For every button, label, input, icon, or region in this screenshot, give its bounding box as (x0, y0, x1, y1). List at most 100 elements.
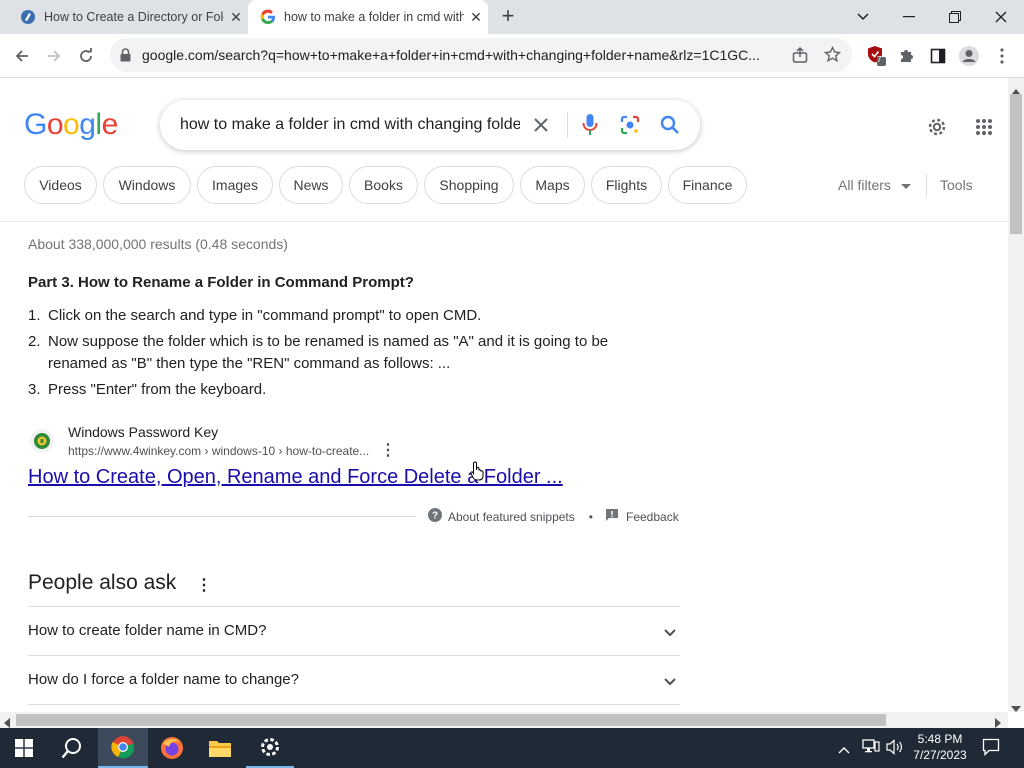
lens-search-icon[interactable] (620, 115, 640, 140)
profile-avatar-icon[interactable] (955, 42, 983, 70)
snippet-divider (28, 516, 416, 517)
chip-windows[interactable]: Windows (103, 166, 191, 204)
close-window-button[interactable] (978, 0, 1024, 34)
google-favicon-icon (260, 9, 276, 25)
google-logo[interactable]: Google (24, 108, 118, 142)
vertical-scrollbar-thumb[interactable] (1010, 94, 1022, 234)
feedback-button[interactable]: Feedback (606, 509, 679, 524)
browser-toolbar: google.com/search?q=how+to+make+a+folder… (0, 34, 1024, 78)
help-circle-icon: ? (428, 508, 442, 525)
step-number: 2. (28, 333, 41, 350)
chevron-down-icon[interactable] (664, 624, 676, 642)
clock-time: 5:48 PM (917, 732, 963, 746)
tools-button[interactable]: Tools (940, 177, 973, 193)
chip-books[interactable]: Books (349, 166, 418, 204)
chip-videos[interactable]: Videos (24, 166, 97, 204)
tab-strip: How to Create a Directory or Folder ✕ ho… (0, 0, 1024, 34)
clear-search-icon[interactable] (532, 116, 550, 139)
back-arrow-icon[interactable] (8, 42, 36, 70)
address-bar[interactable]: google.com/search?q=how+to+make+a+folder… (110, 38, 852, 72)
snippet-heading: Part 3. How to Rename a Folder in Comman… (28, 274, 414, 291)
chip-images[interactable]: Images (197, 166, 273, 204)
extension-shield-icon[interactable]: 7 (862, 42, 890, 70)
feedback-label: Feedback (626, 509, 679, 524)
paa-question-text: How do I force a folder name to change? (28, 671, 299, 688)
taskbar-settings-gear-icon[interactable] (246, 728, 294, 768)
chip-shopping[interactable]: Shopping (424, 166, 514, 204)
forward-arrow-icon[interactable] (40, 42, 68, 70)
taskbar-file-explorer-icon[interactable] (196, 728, 244, 768)
bookmark-star-icon[interactable] (823, 45, 842, 68)
logo-letter: G (24, 108, 47, 141)
search-box[interactable]: how to make a folder in cmd with changin… (160, 100, 700, 150)
extension-badge: 7 (877, 55, 882, 64)
tab-title: how to make a folder in cmd with changin… (284, 10, 464, 24)
all-filters-button[interactable]: All filters (838, 177, 911, 193)
dropdown-caret-icon (900, 177, 911, 193)
step-text: Press "Enter" from the keyboard. (48, 381, 267, 398)
logo-letter: g (79, 108, 96, 141)
url-text: google.com/search?q=how+to+make+a+folder… (142, 47, 760, 63)
chip-flights[interactable]: Flights (591, 166, 662, 204)
search-submit-icon[interactable] (660, 115, 680, 140)
about-featured-snippets-link[interactable]: ? About featured snippets • (428, 508, 593, 525)
more-options-icon[interactable]: ⋮ (196, 575, 212, 595)
chrome-menu-icon[interactable] (988, 42, 1016, 70)
logo-letter: o (63, 108, 80, 141)
tab-title: How to Create a Directory or Folder (44, 10, 224, 24)
taskbar-chrome-icon[interactable] (98, 728, 148, 768)
scroll-down-arrow-icon[interactable] (1011, 699, 1021, 717)
site-favicon-icon[interactable] (30, 429, 54, 453)
feedback-icon (606, 509, 618, 524)
paa-question-text: How to create folder name in CMD? (28, 622, 267, 639)
site-url[interactable]: https://www.4winkey.com › windows-10 › h… (68, 444, 369, 458)
settings-gear-icon[interactable] (926, 116, 948, 143)
lock-icon[interactable] (120, 48, 131, 67)
taskbar-clock[interactable]: 5:48 PM 7/27/2023 (908, 731, 972, 763)
site-name[interactable]: Windows Password Key (68, 424, 218, 440)
network-icon[interactable] (862, 738, 880, 759)
tab-active[interactable]: how to make a folder in cmd with changin… (248, 0, 488, 34)
tab-inactive[interactable]: How to Create a Directory or Folder ✕ (8, 0, 248, 34)
search-input[interactable]: how to make a folder in cmd with changin… (180, 116, 520, 134)
show-hidden-icons-chevron-icon[interactable] (838, 741, 850, 759)
share-icon[interactable] (792, 46, 808, 68)
header-divider (0, 221, 1008, 222)
filters-divider (926, 174, 927, 196)
result-stats: About 338,000,000 results (0.48 seconds) (28, 236, 288, 252)
chip-maps[interactable]: Maps (520, 166, 585, 204)
separator-dot: • (588, 509, 593, 524)
search-divider (567, 112, 568, 138)
more-options-icon[interactable]: ⋮ (380, 440, 396, 460)
google-apps-grid-icon[interactable] (975, 118, 993, 141)
extensions-puzzle-icon[interactable] (892, 42, 920, 70)
taskbar-search-icon[interactable] (48, 728, 96, 768)
horizontal-scrollbar-thumb[interactable] (16, 714, 886, 726)
chevron-down-icon[interactable] (664, 673, 676, 691)
clock-date: 7/27/2023 (913, 748, 967, 762)
people-also-ask-heading: People also ask (28, 571, 177, 594)
reload-icon[interactable] (72, 42, 100, 70)
start-windows-icon[interactable] (0, 728, 48, 768)
voice-search-icon[interactable] (582, 113, 598, 142)
hand-cursor-icon (470, 461, 486, 486)
new-tab-button[interactable]: + (496, 5, 520, 28)
paa-question[interactable]: How do I force a folder name to change? (28, 655, 680, 704)
notifications-icon[interactable] (982, 738, 1000, 761)
search-results-page: Google how to make a folder in cmd with … (0, 78, 1008, 712)
side-panel-icon[interactable] (924, 42, 952, 70)
step-number: 3. (28, 381, 41, 398)
close-tab-icon[interactable]: ✕ (224, 9, 248, 26)
chip-news[interactable]: News (279, 166, 343, 204)
paa-question[interactable]: How to create folder name in CMD? (28, 606, 680, 655)
tab-search-icon[interactable] (840, 0, 886, 34)
logo-letter: o (46, 108, 64, 141)
close-tab-icon[interactable]: ✕ (464, 9, 488, 26)
chip-finance[interactable]: Finance (668, 166, 747, 204)
site-favicon-icon (20, 9, 36, 25)
step-text: Now suppose the folder which is to be re… (48, 333, 609, 372)
minimize-button[interactable] (886, 0, 932, 34)
taskbar-firefox-icon[interactable] (148, 728, 196, 768)
volume-icon[interactable] (886, 739, 904, 760)
restore-button[interactable] (932, 0, 978, 34)
